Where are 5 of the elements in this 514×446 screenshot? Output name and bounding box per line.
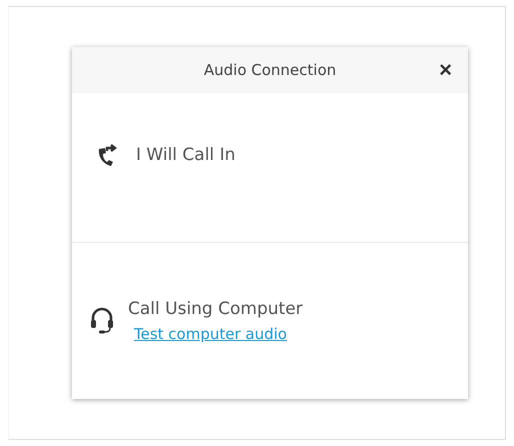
option-button[interactable]: Call Using Computer	[128, 299, 303, 319]
option-button[interactable]: I Will Call In	[136, 145, 236, 165]
dialog-title: Audio Connection	[204, 61, 336, 79]
close-button[interactable]: ×	[435, 57, 456, 83]
headset-icon	[90, 306, 114, 336]
